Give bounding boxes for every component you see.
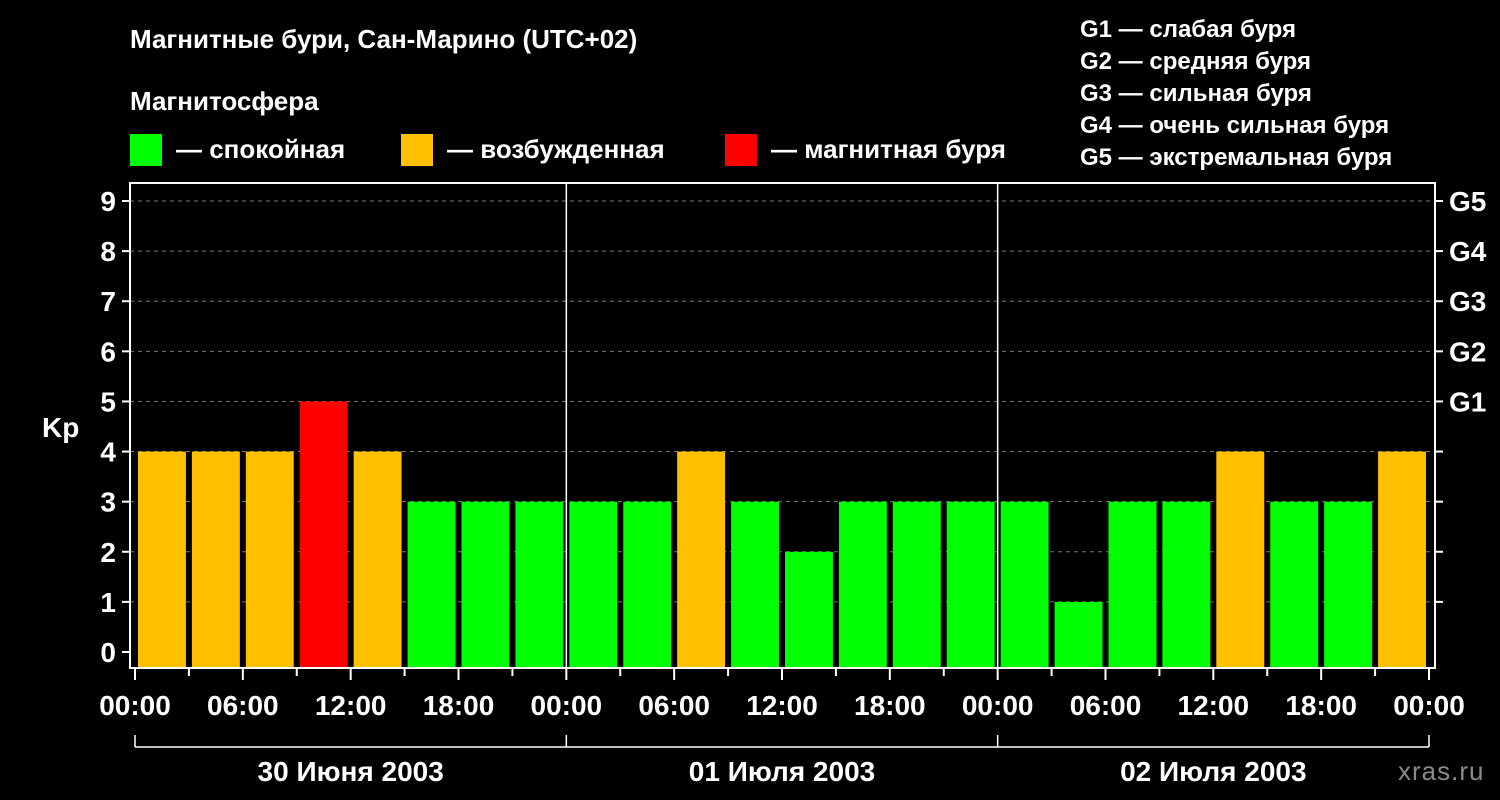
y-tick-label: 9: [100, 186, 116, 217]
kp-bar: [515, 501, 564, 668]
kp-bar: [1162, 501, 1211, 668]
x-tick-label: 00:00: [1393, 690, 1465, 721]
kp-bar: [1216, 451, 1265, 668]
day-label: 30 Июня 2003: [258, 756, 444, 787]
x-tick-label: 18:00: [1285, 690, 1357, 721]
g-level-label: G1: [1449, 386, 1486, 417]
g-level-label: G2: [1449, 336, 1486, 367]
y-tick-label: 4: [100, 437, 116, 468]
kp-bar: [138, 451, 186, 668]
x-tick-label: 12:00: [746, 690, 818, 721]
kp-bar: [946, 501, 995, 668]
kp-bar: [1378, 451, 1426, 668]
kp-bar: [461, 501, 510, 668]
kp-bar: [191, 451, 240, 668]
x-tick-label: 06:00: [1070, 690, 1142, 721]
kp-bar: [569, 501, 618, 668]
x-tick-label: 00:00: [531, 690, 603, 721]
kp-bar: [245, 451, 294, 668]
kp-bar: [623, 501, 672, 668]
x-tick-label: 18:00: [854, 690, 926, 721]
kp-bar: [892, 501, 941, 668]
kp-bar: [1054, 601, 1103, 668]
kp-bar: [353, 451, 402, 668]
day-label: 02 Июля 2003: [1120, 756, 1306, 787]
x-tick-label: 00:00: [962, 690, 1034, 721]
kp-bar: [1270, 501, 1319, 668]
kp-bar: [785, 551, 833, 668]
kp-bar: [407, 501, 456, 668]
y-tick-label: 2: [100, 537, 116, 568]
y-tick-label: 0: [100, 637, 116, 668]
y-tick-label: 3: [100, 487, 116, 518]
kp-bar: [731, 501, 779, 668]
kp-bar: [1108, 501, 1157, 668]
x-tick-label: 12:00: [1178, 690, 1250, 721]
g-level-label: G4: [1449, 236, 1487, 267]
g-level-label: G5: [1449, 186, 1486, 217]
kp-bar: [677, 451, 726, 668]
y-tick-label: 1: [100, 587, 116, 618]
day-label: 01 Июля 2003: [689, 756, 875, 787]
kp-bar: [838, 501, 887, 668]
x-tick-label: 06:00: [207, 690, 279, 721]
x-tick-label: 12:00: [315, 690, 387, 721]
x-tick-label: 06:00: [638, 690, 710, 721]
kp-bar: [1324, 501, 1373, 668]
y-tick-label: 5: [100, 386, 116, 417]
kp-bar: [1000, 501, 1049, 668]
x-tick-label: 18:00: [423, 690, 495, 721]
x-tick-label: 00:00: [99, 690, 171, 721]
g-level-label: G3: [1449, 286, 1486, 317]
kp-bar: [299, 401, 348, 668]
y-tick-label: 6: [100, 336, 116, 367]
kp-chart: 0 1 2 3 4 5 6 7 8 9 G1 G2 G3 G4 G5 00:00 06:00 12:00 18:00…: [99, 182, 1487, 787]
y-tick-label: 7: [100, 286, 116, 317]
y-tick-label: 8: [100, 236, 116, 267]
